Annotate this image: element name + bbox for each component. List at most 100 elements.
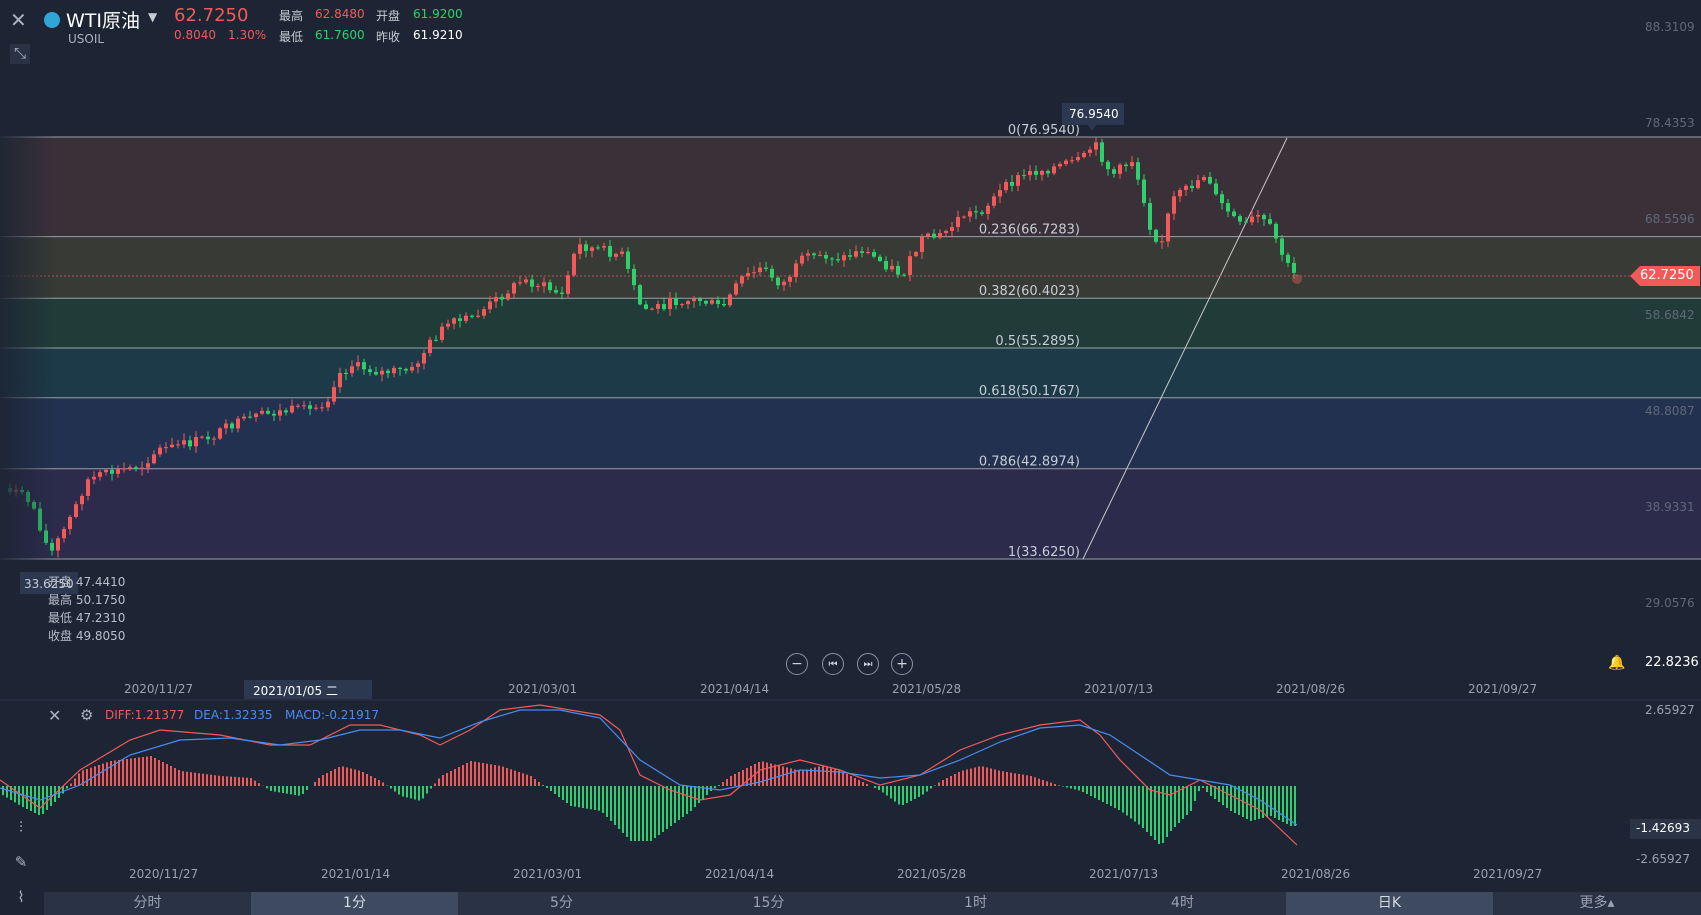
macd-bar (718, 785, 720, 786)
tab-timeshare[interactable]: 分时 (44, 892, 251, 915)
macd-settings-icon[interactable]: ⚙ (80, 706, 93, 724)
macd-bar (282, 786, 284, 793)
macd-bar (562, 786, 564, 800)
prev-close-label: 昨收 (376, 30, 401, 44)
tab-1hour[interactable]: 1时 (872, 892, 1079, 915)
macd-bar (190, 772, 192, 786)
candle-body (770, 268, 774, 278)
fib-band-5 (0, 468, 1701, 559)
macd-bar (514, 770, 516, 786)
candle-body (302, 405, 306, 407)
collapse-icon[interactable]: ⤡ (10, 44, 30, 64)
candle-body (1148, 203, 1152, 230)
macd-bar (2, 786, 4, 796)
candle-body (1262, 215, 1266, 220)
draw-tool-icon[interactable]: ✎ (8, 849, 34, 875)
macd-bar (330, 771, 332, 786)
candle-body (422, 352, 426, 364)
macd-bar (1134, 786, 1136, 822)
candle-body (1058, 164, 1062, 167)
candle-body (200, 436, 204, 438)
macd-bar (410, 786, 412, 799)
macd-bar (418, 786, 420, 801)
candle-body (392, 367, 396, 374)
candle-body (314, 407, 318, 409)
candle-body (740, 276, 744, 284)
candle-body (500, 296, 504, 300)
macd-bar (642, 786, 644, 841)
zoom-in-button[interactable]: + (891, 653, 913, 675)
close-icon[interactable]: ✕ (10, 10, 30, 30)
chart-canvas[interactable]: 0(76.9540) 0.236(66.7283) 0.382(60.4023) 0.… (0, 0, 1701, 915)
macd-date-label: 2020/11/27 (129, 867, 199, 881)
macd-bar (786, 767, 788, 786)
symbol-title[interactable]: WTI原油 (66, 6, 140, 33)
bell-icon[interactable]: 🔔 (1608, 655, 1625, 671)
macd-bar (458, 767, 460, 786)
macd-bar (1146, 786, 1148, 832)
macd-bar (474, 761, 476, 786)
candle-body (524, 279, 528, 283)
fib-band-0 (0, 137, 1701, 237)
macd-bar (470, 761, 472, 786)
macd-bar (546, 786, 548, 788)
scroll-start-button[interactable]: ⏮ (822, 653, 844, 675)
tab-4hour[interactable]: 4时 (1079, 892, 1286, 915)
macd-bar (590, 786, 592, 810)
candle-body (488, 301, 492, 310)
tab-more[interactable]: 更多▴ (1493, 892, 1701, 915)
macd-bar (74, 778, 76, 786)
zoom-out-button[interactable]: − (786, 653, 808, 675)
candle-body (1238, 216, 1242, 222)
candle-body (1118, 164, 1122, 174)
candle-body (98, 472, 102, 477)
macd-bar (970, 768, 972, 786)
macd-bar (614, 786, 616, 825)
tooltip-low: 最低 47.2310 (48, 611, 126, 625)
candle-body (212, 438, 216, 440)
tab-daily[interactable]: 日K (1286, 892, 1493, 915)
chart-type-icon[interactable]: ⌇ (8, 884, 34, 910)
macd-bar (314, 782, 316, 786)
macd-bar (90, 767, 92, 786)
macd-bar (134, 758, 136, 786)
candle-body (68, 516, 72, 530)
candle-body (836, 259, 840, 261)
candle-body (398, 367, 402, 369)
macd-bar (978, 766, 980, 786)
macd-bar (34, 786, 36, 813)
candle-body (848, 255, 852, 257)
tab-15min[interactable]: 15分 (665, 892, 872, 915)
candle-body (1136, 162, 1140, 180)
candle-body (1046, 170, 1050, 174)
macd-bar (1258, 786, 1260, 819)
macd-bar (762, 761, 764, 786)
tab-5min[interactable]: 5分 (458, 892, 665, 915)
candle-body (692, 298, 696, 302)
indicator-tool-icon[interactable]: ⫶ (8, 814, 34, 840)
candle-body (842, 255, 846, 261)
macd-bar (1202, 786, 1204, 788)
macd-close-icon[interactable]: ✕ (48, 706, 61, 725)
macd-bar (466, 763, 468, 786)
macd-bar (542, 785, 544, 786)
candle-body (326, 401, 330, 408)
macd-bar (610, 786, 612, 821)
macd-bar (394, 786, 396, 792)
tab-1min[interactable]: 1分 (251, 892, 458, 915)
macd-bar (682, 786, 684, 817)
symbol-dropdown-icon[interactable]: ▼ (148, 10, 157, 24)
candle-body (428, 339, 432, 353)
price-axis-label: 48.8087 (1645, 404, 1695, 418)
price-axis-label: 78.4353 (1645, 116, 1695, 130)
macd-bar (370, 776, 372, 786)
macd-bar (634, 786, 636, 841)
macd-bar (722, 782, 724, 786)
low-value: 61.7600 (315, 28, 365, 42)
macd-bar (118, 760, 120, 786)
scroll-end-button[interactable]: ⏭ (857, 653, 879, 675)
candle-body (902, 274, 906, 276)
macd-bar (1070, 786, 1072, 789)
candle-body (1070, 160, 1074, 162)
macd-bar (838, 770, 840, 786)
